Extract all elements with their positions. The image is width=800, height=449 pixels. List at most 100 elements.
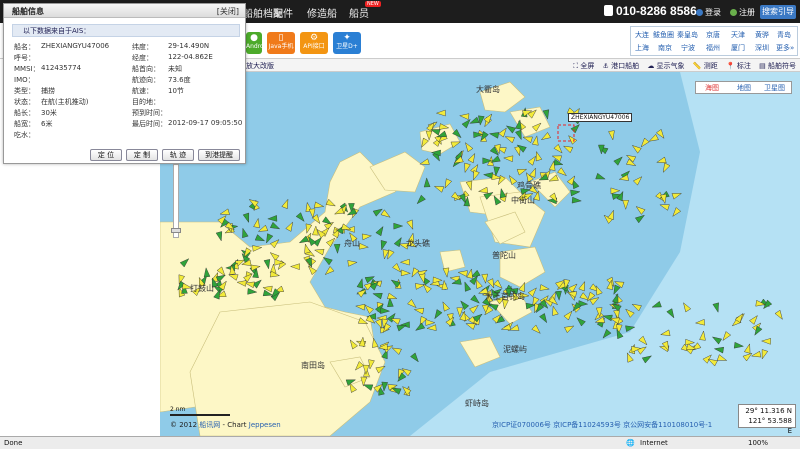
ship-icon[interactable] [624,352,634,363]
city-link[interactable]: 秦皇岛 [677,30,698,40]
hotline: 010-8286 8586 [604,4,697,18]
popup-title: 船舶信息 [12,7,44,16]
sea-chart-map[interactable] [160,72,800,436]
weather-button[interactable]: ☁ 显示气象 [647,62,684,70]
field-length: 船长： 30米 [14,109,57,117]
ship-icon[interactable] [716,354,728,364]
login-link[interactable]: 登录 [696,7,721,18]
scale-bar [170,414,230,416]
city-link[interactable]: 鲅鱼圈 [653,30,674,40]
chart-canvas[interactable] [160,72,800,436]
locate-button[interactable]: 定 位 [90,149,122,161]
selected-ship-tag: ZHEXIANGYU47006 [568,113,633,122]
ship-icon[interactable] [660,329,671,338]
popup-close-button[interactable]: [关闭] [217,6,239,17]
map-type-road[interactable]: 地图 [737,83,751,93]
island-label: 舟山 [344,239,360,248]
city-link[interactable]: 大连 [635,30,649,40]
ship-icon[interactable] [720,331,732,343]
nav-item-parts[interactable]: 配件 [273,5,293,20]
ship-icon[interactable] [641,353,653,364]
register-link[interactable]: 注册 [730,7,755,18]
zoom-slider-handle[interactable] [171,228,181,233]
field-draught: 吃水： [14,131,35,139]
field-longitude: 经度： 122-04.862E [132,53,213,62]
port-alert-button[interactable]: 到港提醒 [198,149,240,161]
nav-item-crew[interactable]: 船员 [349,5,369,20]
new-badge: NEW [365,1,381,7]
island-label: 打鼓山 [190,284,214,293]
field-imo: IMO： [14,76,35,84]
field-mmsi: MMSI： 412435774 [14,64,82,73]
ship-icon[interactable] [750,350,762,359]
field-ship-name: 船名： ZHEXIANGYU47006 [14,42,110,51]
satellite-button[interactable]: ✦ 卫星D+ [333,32,361,54]
island-label: 大王首钓岛 [485,292,525,301]
ship-icon[interactable] [712,302,721,313]
security-zone: Internet [640,439,668,447]
ship-icon[interactable] [681,301,692,313]
island-label: 南田岛 [301,361,325,370]
city-link[interactable]: 福州 [706,43,720,53]
site-link[interactable]: 船讯网 [199,421,220,429]
ship-icon[interactable] [694,318,705,326]
java-app-button[interactable]: ▯ Java手机 [267,32,295,54]
city-link[interactable]: 青岛 [777,30,791,40]
ship-icon[interactable] [638,335,649,347]
ship-symbol-button[interactable]: ▤ 船舶符号 [759,62,796,70]
customize-button[interactable]: 定 制 [126,149,158,161]
city-link[interactable]: 天津 [731,30,745,40]
island-label: 中街山 [511,196,535,205]
api-button[interactable]: ⚙ API接口 [300,32,328,54]
city-link[interactable]: 南京 [658,43,672,53]
ship-icon[interactable] [666,308,677,320]
hotline-number: 010-8286 8586 [616,4,697,18]
port-shortcuts: 大连 鲅鱼圈 秦皇岛 京唐 天津 黄骅 青岛 上海 南京 宁波 福州 厦门 深圳… [630,26,798,56]
city-link[interactable]: 京唐 [706,30,720,40]
ship-icon[interactable] [743,343,752,354]
city-link[interactable]: 深圳 [755,43,769,53]
mark-button[interactable]: 📍 标注 [726,62,751,70]
track-button[interactable]: 轨 迹 [162,149,194,161]
map-type-chart[interactable]: 海图 [705,83,719,93]
zoom-level[interactable]: 100% [748,439,768,447]
popup-titlebar: 船舶信息 [关闭] [4,4,245,18]
city-link[interactable]: 黄骅 [755,30,769,40]
jeppesen-link[interactable]: Jeppesen [249,421,281,429]
map-type-satellite[interactable]: 卫星图 [764,83,785,93]
ship-icon[interactable] [711,334,722,345]
icp-notice[interactable]: 京ICP证070006号 京ICP备11024593号 京公网安备1101080… [492,420,712,430]
ship-icon[interactable] [699,330,707,341]
status-text: Done [4,439,23,447]
nav-item-shipbuilding[interactable]: 修造船 [307,5,337,20]
more-cities-link[interactable]: 更多» [776,43,794,53]
ship-icon[interactable] [774,309,785,321]
city-link[interactable]: 宁波 [681,43,695,53]
satellite-icon: ✦ [343,33,351,43]
ship-icon[interactable] [760,338,771,345]
ship-icon[interactable] [713,346,724,354]
ship-icon[interactable] [651,300,662,310]
field-callsign: 呼号： [14,54,35,62]
globe-icon: 🌐 [626,439,635,447]
gear-icon: ⚙ [309,33,319,43]
ship-icon[interactable] [749,314,759,325]
city-link[interactable]: 上海 [635,43,649,53]
field-last-time: 最后时间： 2012-09-17 09:05:50 [132,119,243,128]
ship-icon[interactable] [733,341,745,349]
mobile-icon: ▯ [278,33,284,43]
zoom-slider[interactable] [173,164,179,238]
tour-button[interactable]: 搜索引导 [760,5,796,19]
city-link[interactable]: 厦门 [731,43,745,53]
port-ships-button[interactable]: ⚓ 港口船舶 [603,62,640,70]
fullscreen-button[interactable]: ⛶ 全屏 [573,62,594,70]
measure-button[interactable]: 📏 测距 [693,62,718,70]
ship-icon[interactable] [685,338,696,346]
field-course: 航迹向： 73.6度 [132,76,191,84]
android-app-button[interactable]: ● Android [246,32,269,54]
island-label: 泥螺屿 [503,345,527,354]
island-label: 大衢岛 [476,85,500,94]
map-type-switch: 海图 地图 卫星图 [695,81,792,94]
new-version-link[interactable]: 放大改版 [246,61,274,71]
field-status: 状态： 在航(主机推动) [14,98,89,106]
